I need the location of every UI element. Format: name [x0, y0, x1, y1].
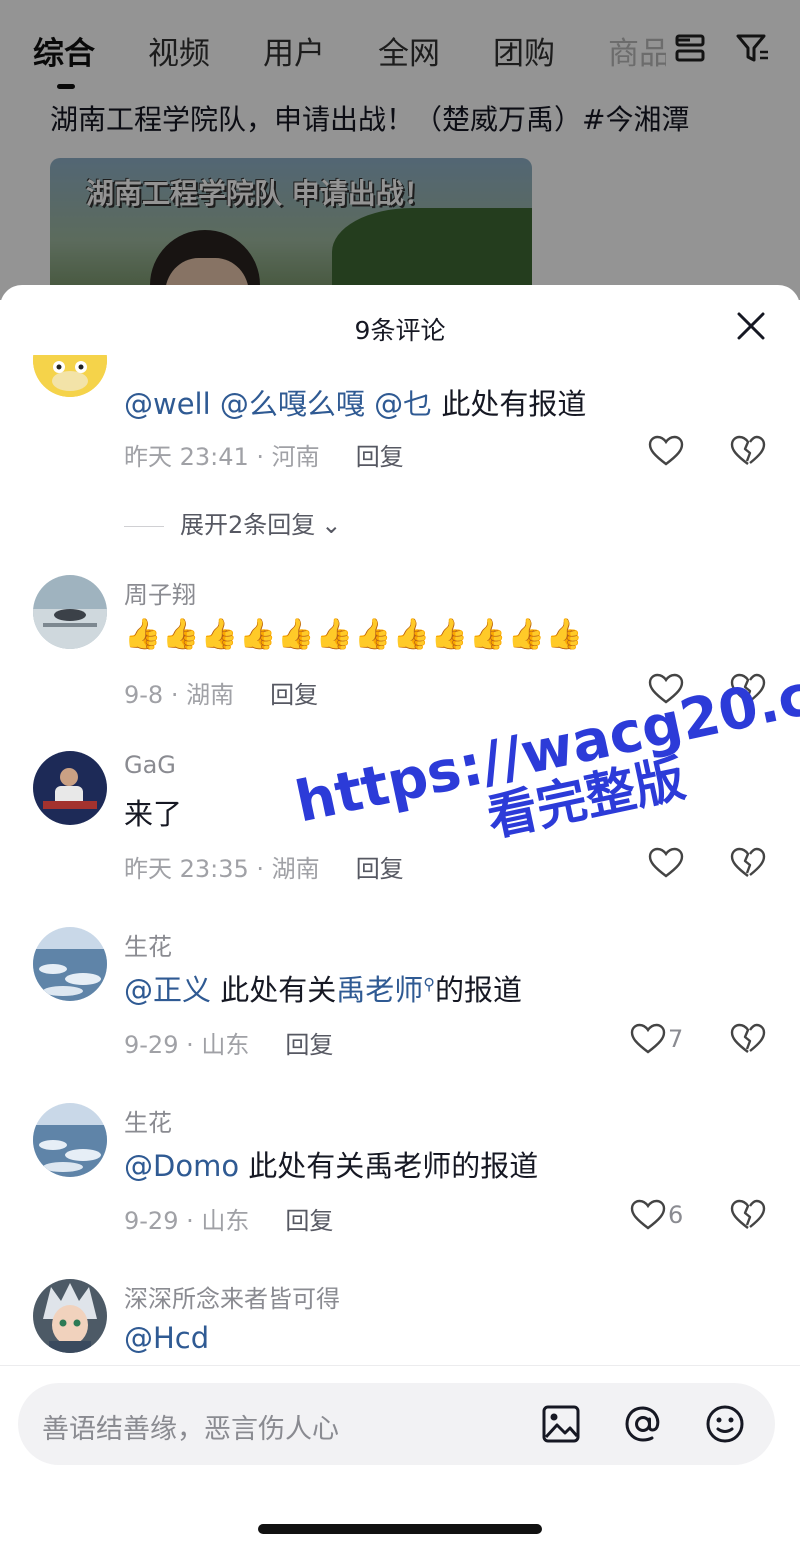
heart-icon[interactable] [630, 1199, 666, 1231]
comment-text-part: 此处有关 [211, 973, 337, 1007]
expand-replies-button[interactable]: 展开2条回复 ⌄ [124, 505, 341, 540]
comment-text: @well @么嘎么嘎 @乜 此处有报道 [124, 381, 586, 423]
comment-item: 周子翔 👍👍👍👍👍👍👍👍👍👍👍👍 9-8 · 湖南 回复 [0, 575, 800, 735]
emoji-icon[interactable] [704, 1403, 746, 1445]
broken-heart-icon[interactable] [730, 1023, 766, 1055]
comment-list[interactable]: @well @么嘎么嘎 @乜 此处有报道 昨天 23:41 · 河南 回复 展开2… [0, 355, 800, 1365]
comment-meta: 昨天 23:35 · 湖南 回复 [124, 849, 404, 884]
comment-meta: 9-29 · 山东 回复 [124, 1025, 333, 1060]
comment-meta: 9-29 · 山东 回复 [124, 1201, 333, 1236]
mention-at-icon[interactable] [622, 1403, 664, 1445]
mention-link[interactable]: @well @么嘎么嘎 @乜 [124, 387, 432, 421]
heart-icon[interactable] [648, 673, 684, 705]
comment-text: 来了 [124, 797, 183, 831]
comment-emoji-text: 👍👍👍👍👍👍👍👍👍👍👍👍 [124, 617, 585, 652]
duck-avatar-icon [33, 355, 107, 397]
comment-text-part: 的报道 [434, 973, 522, 1007]
comment-text: @正义 此处有关禹老师⚲的报道 [124, 967, 522, 1009]
comment-text-part: 此处有关禹老师的报道 [239, 1149, 539, 1183]
avatar[interactable] [33, 355, 107, 397]
comment-item: 生花 @Domo 此处有关禹老师的报道 9-29 · 山东 回复 6 [0, 1103, 800, 1263]
mention-link[interactable]: @正义 [124, 973, 211, 1007]
expand-replies-label: 展开2条回复 [180, 511, 316, 539]
heart-icon[interactable] [648, 435, 684, 467]
comment-text: @Hcd [124, 1321, 209, 1355]
comment-meta: 9-8 · 湖南 回复 [124, 675, 318, 710]
anime-character-avatar-icon [33, 1279, 107, 1353]
car-emblem-avatar-icon [33, 575, 107, 649]
seascape-avatar-icon [33, 927, 107, 1001]
comment-item: 深深所念来者皆可得 @Hcd [0, 1279, 800, 1365]
keyword-search-link[interactable]: 禹老师 [336, 973, 423, 1007]
home-indicator[interactable] [258, 1524, 542, 1534]
avatar[interactable] [33, 575, 107, 649]
reply-button[interactable]: 回复 [285, 1031, 333, 1059]
comment-time-location: 9-29 · 山东 [124, 1207, 250, 1235]
comment-nickname[interactable]: 生花 [124, 927, 172, 962]
comment-nickname[interactable]: 生花 [124, 1103, 172, 1138]
comment-item: 生花 @正义 此处有关禹老师⚲的报道 9-29 · 山东 回复 7 [0, 927, 800, 1087]
comment-time-location: 昨天 23:41 · 河南 [124, 443, 320, 471]
comment-sheet: 9条评论 @well @么嘎么嘎 @乜 此处有报道 昨天 23:41 · 河南回… [0, 285, 800, 1552]
comment-input[interactable]: 善语结善缘，恶言伤人心 [18, 1383, 775, 1465]
comment-input-placeholder: 善语结善缘，恶言伤人心 [42, 1414, 339, 1445]
avatar[interactable] [33, 1103, 107, 1177]
comment-text-part: 此处有报道 [432, 387, 587, 421]
like-count: 7 [668, 1025, 684, 1053]
comment-time-location: 9-29 · 山东 [124, 1031, 250, 1059]
person-avatar-icon [33, 751, 107, 825]
dim-overlay[interactable] [0, 0, 800, 300]
broken-heart-icon[interactable] [730, 673, 766, 705]
input-divider [0, 1365, 800, 1366]
comment-meta: 昨天 23:41 · 河南 回复 [124, 437, 404, 472]
broken-heart-icon[interactable] [730, 1199, 766, 1231]
comment-nickname[interactable]: GaG [124, 751, 176, 779]
search-results-page: 综合 视频 用户 全网 团购 商品 湖南工程学院队，申请出战！（楚威万禹）#今湘… [0, 0, 800, 308]
avatar[interactable] [33, 927, 107, 1001]
mention-link[interactable]: @Domo [124, 1149, 239, 1183]
comment-nickname[interactable]: 深深所念来者皆可得 [124, 1279, 340, 1314]
broken-heart-icon[interactable] [730, 847, 766, 879]
comment-time-location: 昨天 23:35 · 湖南 [124, 855, 320, 883]
seascape-avatar-icon [33, 1103, 107, 1177]
avatar[interactable] [33, 751, 107, 825]
like-count: 6 [668, 1201, 684, 1229]
reply-button[interactable]: 回复 [285, 1207, 333, 1235]
broken-heart-icon[interactable] [730, 435, 766, 467]
comment-item: GaG 来了 昨天 23:35 · 湖南 回复 [0, 751, 800, 911]
mention-link[interactable]: @Hcd [124, 1321, 209, 1355]
comment-time-location: 9-8 · 湖南 [124, 681, 235, 709]
search-icon: ⚲ [423, 974, 435, 994]
comment-item: @well @么嘎么嘎 @乜 此处有报道 昨天 23:41 · 河南 回复 展开2… [0, 355, 800, 555]
close-icon[interactable] [734, 309, 768, 343]
avatar[interactable] [33, 1279, 107, 1353]
reply-button[interactable]: 回复 [356, 855, 404, 883]
expand-divider [124, 525, 164, 527]
comment-nickname[interactable]: 周子翔 [124, 575, 196, 610]
image-icon[interactable] [540, 1403, 582, 1445]
heart-icon[interactable] [648, 847, 684, 879]
reply-button[interactable]: 回复 [270, 681, 318, 709]
chevron-down-icon: ⌄ [321, 511, 342, 539]
reply-button[interactable]: 回复 [356, 443, 404, 471]
comment-text: @Domo 此处有关禹老师的报道 [124, 1143, 538, 1185]
comment-count-title: 9条评论 [354, 316, 446, 345]
heart-icon[interactable] [630, 1023, 666, 1055]
